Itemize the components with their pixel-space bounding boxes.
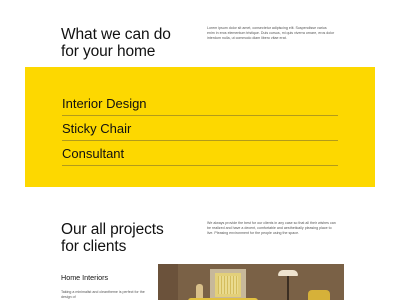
service-item-sticky-chair[interactable]: Sticky Chair — [62, 116, 338, 141]
service-item-consultant[interactable]: Consultant — [62, 141, 338, 166]
projects-description: We always provide the best for our clien… — [207, 221, 336, 236]
service-item-label: Interior Design — [62, 96, 147, 111]
project-description: Taking a minimalist and cleantheme is pe… — [61, 290, 145, 299]
service-item-label: Sticky Chair — [62, 121, 132, 136]
services-heading: What we can do for your home — [61, 26, 171, 60]
service-item-interior-design[interactable]: Interior Design — [62, 91, 338, 116]
services-description: Lorem ipsum dolor sit amet, consectetur … — [207, 26, 335, 41]
floor-lamp-pole — [287, 276, 289, 300]
project-image[interactable] — [158, 264, 344, 300]
room-wall-shadow — [158, 264, 178, 300]
services-list: Interior Design Sticky Chair Consultant — [62, 91, 338, 166]
projects-heading-line1: Our all projects — [61, 221, 164, 238]
services-heading-line1: What we can do — [61, 26, 171, 43]
wall-art-canvas — [215, 273, 241, 297]
yellow-armchair — [308, 290, 330, 300]
project-title[interactable]: Home Interiors — [61, 273, 108, 282]
projects-heading: Our all projects for clients — [61, 221, 164, 255]
services-heading-line2: for your home — [61, 43, 156, 60]
service-item-label: Consultant — [62, 146, 125, 161]
services-panel: Interior Design Sticky Chair Consultant — [25, 67, 375, 187]
projects-heading-line2: for clients — [61, 238, 127, 255]
